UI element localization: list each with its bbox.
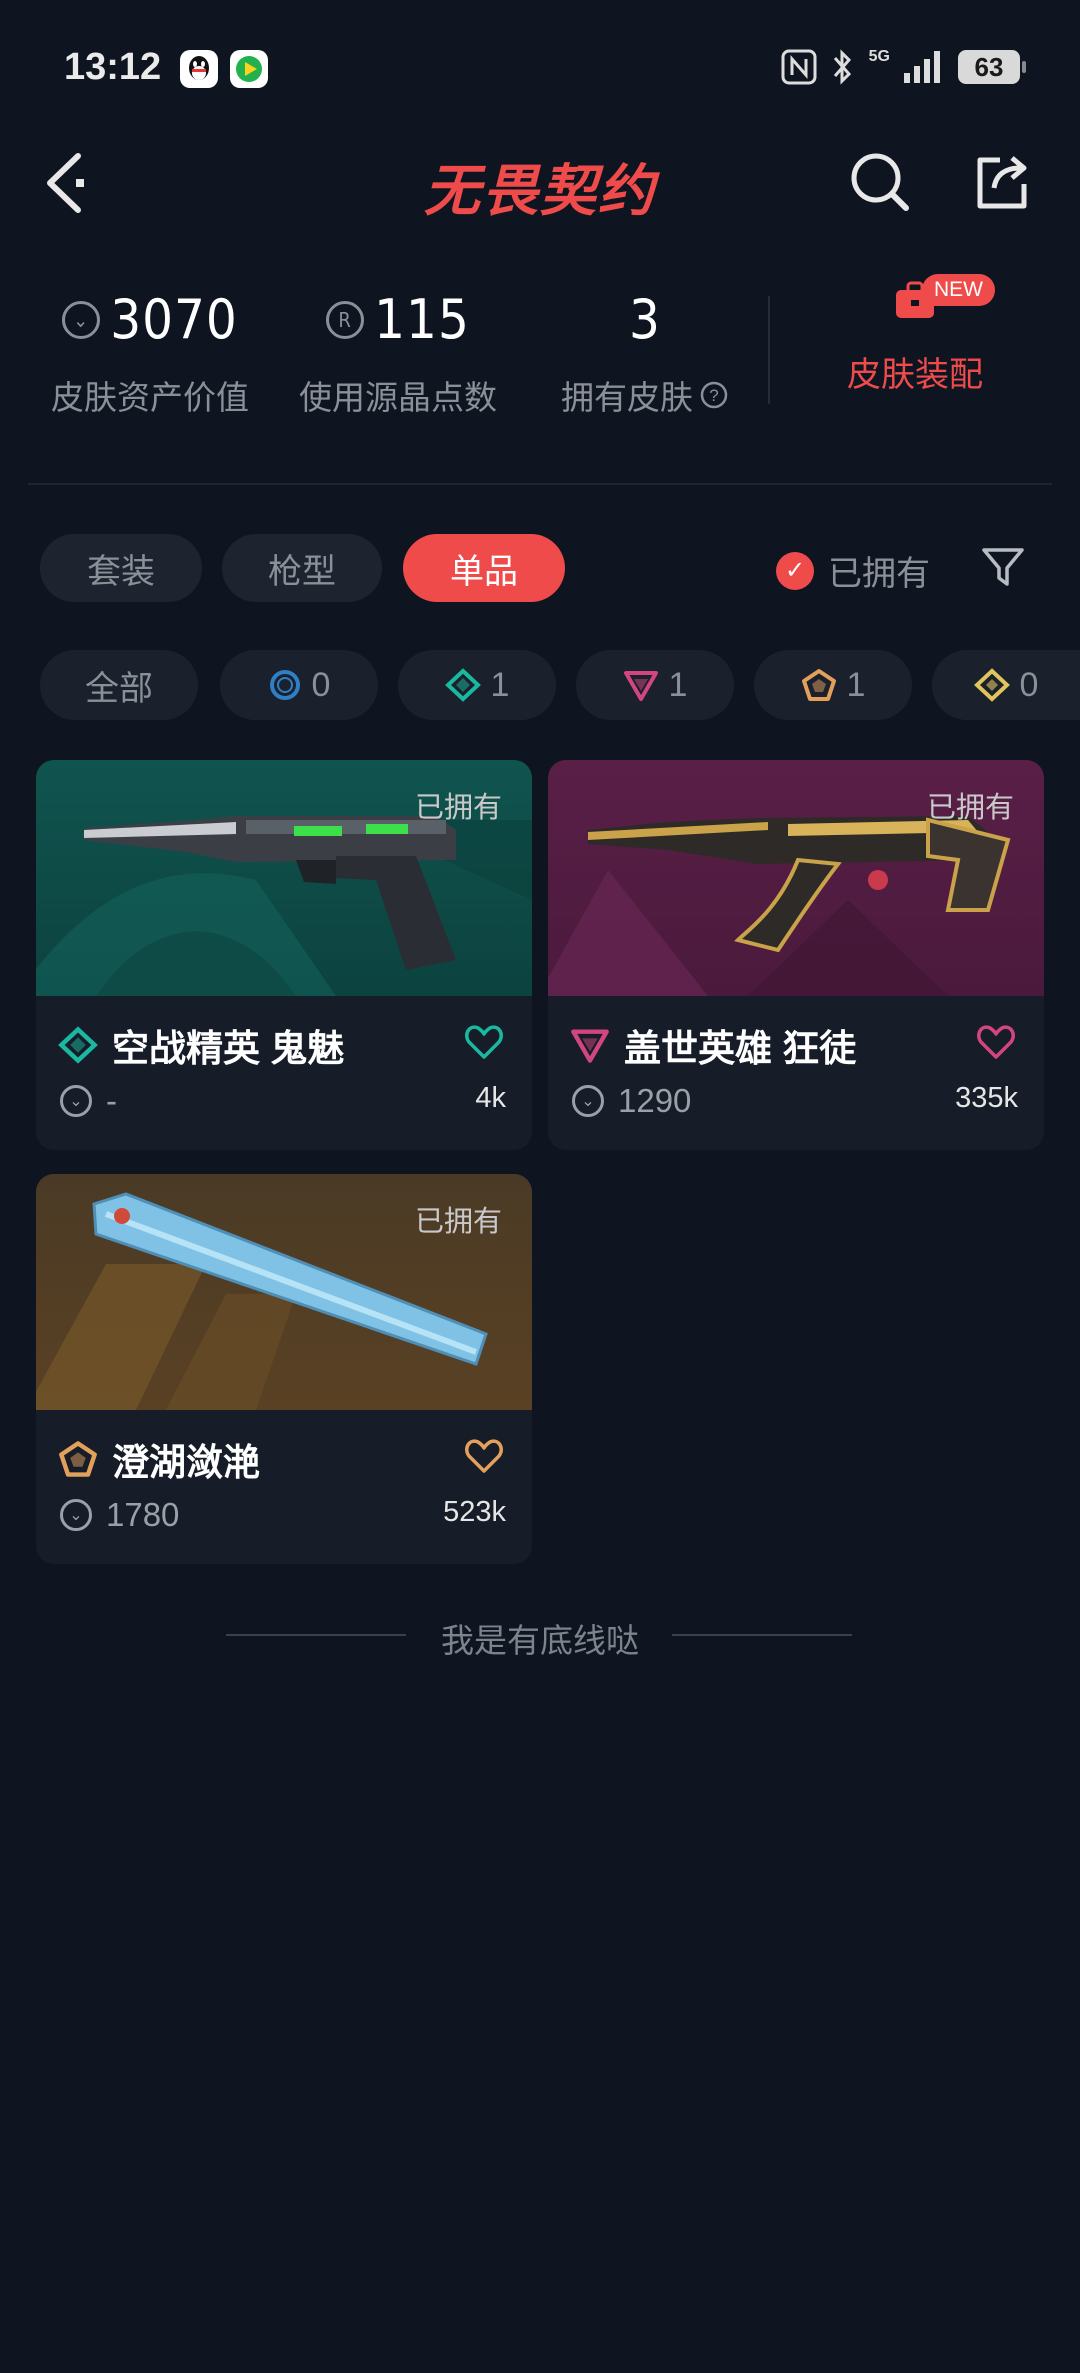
- rarity-chip-premium[interactable]: 1: [576, 650, 734, 720]
- rarity-all-label: 全部: [85, 669, 153, 708]
- stat-owned-skins: 3 拥有皮肤 ?: [540, 288, 750, 419]
- exclusive-tier-icon: [59, 1441, 97, 1477]
- premium-tier-icon: [623, 671, 658, 701]
- skin-card[interactable]: 已拥有 空战精英 鬼魅 ⌄ - 4k: [36, 760, 532, 1150]
- tab-single-item[interactable]: 单品: [403, 534, 565, 602]
- owned-tag: 已拥有: [414, 792, 502, 824]
- stats-divider: [768, 296, 770, 404]
- owned-filter-toggle[interactable]: ✓ 已拥有: [776, 546, 930, 595]
- owned-skins-value: 3: [629, 288, 661, 351]
- skin-price: -: [106, 1082, 117, 1119]
- select-tier-count: 0: [311, 665, 331, 704]
- skin-loadout-label: 皮肤装配: [847, 356, 983, 394]
- header-divider: [28, 483, 1052, 485]
- rarity-chip-select[interactable]: 0: [220, 650, 378, 720]
- asset-value: 3070: [110, 288, 238, 351]
- ultra-tier-count: 0: [1019, 665, 1039, 704]
- exclusive-tier-icon: [801, 669, 836, 701]
- skin-image: 已拥有: [548, 760, 1044, 996]
- deluxe-tier-icon: [58, 1026, 98, 1064]
- tab-sets[interactable]: 套装: [40, 534, 202, 602]
- vp-coin-icon: ⌄: [60, 1085, 92, 1117]
- skin-price: 1780: [106, 1496, 180, 1533]
- signal-icon: [904, 51, 940, 83]
- new-badge: NEW: [922, 274, 995, 306]
- status-icons: 5G 63: [781, 48, 1026, 86]
- owned-filter-label: 已拥有: [828, 555, 930, 593]
- deluxe-tier-count: 1: [490, 665, 510, 704]
- skin-name: 盖世英雄 狂徒: [624, 1028, 857, 1069]
- deluxe-tier-icon: [444, 668, 481, 702]
- skin-name: 空战精英 鬼魅: [112, 1028, 345, 1069]
- heart-icon[interactable]: [464, 1022, 504, 1062]
- select-tier-icon: [269, 670, 300, 700]
- heart-icon[interactable]: [464, 1436, 504, 1476]
- skin-price: 1290: [618, 1082, 692, 1119]
- battery-icon: 63: [958, 50, 1026, 84]
- skin-image: 已拥有: [36, 760, 532, 996]
- rarity-chip-all[interactable]: 全部: [40, 650, 198, 720]
- bluetooth-icon: [833, 49, 851, 85]
- nfc-icon: [781, 49, 817, 85]
- premium-tier-icon: [571, 1029, 609, 1063]
- vp-coin-icon: ⌄: [62, 300, 101, 339]
- heart-icon[interactable]: [976, 1022, 1016, 1062]
- rarity-chip-deluxe[interactable]: 1: [398, 650, 556, 720]
- help-icon[interactable]: ?: [699, 380, 729, 410]
- skin-card[interactable]: 已拥有 盖世英雄 狂徒 ⌄ 1290 335k: [548, 760, 1044, 1150]
- stat-radianite: R 115 使用源晶点数: [288, 288, 508, 419]
- vp-coin-icon: ⌄: [60, 1499, 92, 1531]
- network-type: 5G: [868, 48, 890, 65]
- end-of-list-note: 我是有底线哒: [441, 1622, 639, 1659]
- stat-asset-value: ⌄ 3070 皮肤资产价值: [40, 288, 260, 419]
- checkmark-icon: ✓: [776, 551, 814, 590]
- svg-text:?: ?: [709, 386, 718, 405]
- owned-tag: 已拥有: [414, 1206, 502, 1238]
- rarity-chip-ultra[interactable]: 0: [932, 650, 1080, 720]
- vp-coin-icon: ⌄: [572, 1085, 604, 1117]
- asset-value-label: 皮肤资产价值: [51, 379, 249, 416]
- owned-skins-label: 拥有皮肤: [561, 379, 693, 416]
- qq-app-icon: [180, 50, 218, 88]
- owned-tag: 已拥有: [926, 792, 1014, 824]
- radianite-value: 115: [374, 288, 470, 351]
- share-icon[interactable]: [970, 150, 1034, 214]
- ultra-tier-icon: [973, 668, 1010, 702]
- like-count: 4k: [475, 1082, 506, 1114]
- skin-image: 已拥有: [36, 1174, 532, 1410]
- premium-tier-count: 1: [668, 665, 688, 704]
- exclusive-tier-count: 1: [846, 665, 866, 704]
- radianite-icon: R: [326, 300, 365, 339]
- footer-line-right: [672, 1634, 852, 1636]
- filter-icon[interactable]: [980, 544, 1026, 590]
- app-logo: 无畏契约: [424, 159, 656, 222]
- tab-weapon-type[interactable]: 枪型: [222, 534, 382, 602]
- radianite-label: 使用源晶点数: [299, 379, 497, 416]
- search-icon[interactable]: [848, 150, 912, 214]
- like-count: 523k: [443, 1496, 506, 1528]
- like-count: 335k: [955, 1082, 1018, 1114]
- rarity-chip-exclusive[interactable]: 1: [754, 650, 912, 720]
- skin-card[interactable]: 已拥有 澄湖潋滟 ⌄ 1780 523k: [36, 1174, 532, 1564]
- status-time: 13:12: [64, 46, 162, 88]
- battery-level: 63: [974, 51, 1004, 82]
- video-app-icon: [230, 50, 268, 88]
- skin-name: 澄湖潋滟: [112, 1442, 260, 1483]
